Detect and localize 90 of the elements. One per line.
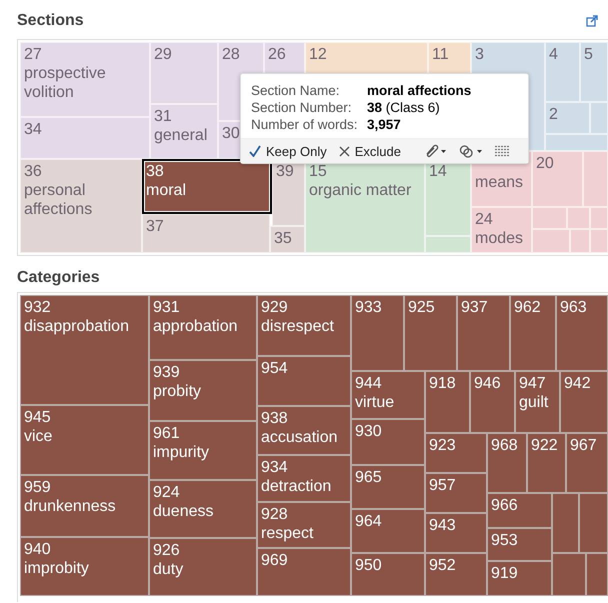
tile-number: 26 [268, 45, 287, 64]
tile-number: 952 [429, 556, 457, 575]
tile-label: general [154, 126, 208, 145]
tile-label: detraction [261, 477, 332, 496]
tile-number: 931 [153, 298, 181, 317]
tile-number: 24 [475, 210, 494, 229]
tile-number: 969 [261, 551, 289, 570]
tile-number: 938 [261, 409, 289, 428]
tile-number: 28 [222, 45, 241, 64]
tile-number: 918 [429, 374, 457, 393]
tile-number: 3 [475, 45, 485, 64]
tile-number: 38 [146, 162, 165, 181]
tile-number: 37 [146, 217, 165, 236]
tile-number: 928 [261, 505, 289, 524]
tile-number: 937 [461, 298, 489, 317]
tile-number: 36 [24, 162, 43, 181]
tile-number: 925 [408, 298, 436, 317]
tile-number: 965 [355, 468, 383, 487]
tile-number: 932 [24, 298, 52, 317]
tile-number: 945 [24, 408, 52, 427]
tile-label: improbity [24, 559, 90, 578]
tooltip-value: moral affections [367, 82, 472, 99]
tile-number: 919 [491, 564, 519, 583]
tile-number: 15 [309, 162, 328, 181]
tile-number: 964 [355, 512, 383, 531]
tile-number: 4 [549, 45, 559, 64]
tile-number: 962 [514, 298, 542, 317]
tile-label: guilt [519, 393, 550, 412]
tile-number: 957 [429, 476, 457, 495]
tile-label: prospective volition [24, 64, 107, 102]
tile-number: 31 [154, 107, 173, 126]
tile-number: 946 [474, 374, 502, 393]
tile-number: 39 [276, 162, 295, 181]
tile-number: 11 [432, 45, 450, 64]
tile-number: 947 [519, 374, 547, 393]
tile-label: modes [475, 229, 524, 248]
tile-number: 5 [584, 45, 594, 64]
tooltip-value: 38 (Class 6) [367, 99, 440, 116]
tile-number: 926 [153, 541, 181, 560]
tile-label: organic matter [309, 181, 412, 200]
tile-number: 939 [153, 363, 181, 382]
tile-number: 968 [491, 436, 519, 455]
tile-number: 923 [429, 436, 457, 455]
tile-number: 944 [355, 374, 383, 393]
tile-number: 953 [491, 531, 519, 550]
tile-number: 967 [570, 436, 598, 455]
tile-number: 929 [261, 298, 289, 317]
section-title: Sections [17, 12, 84, 30]
tile-number: 922 [531, 436, 559, 455]
tile-number: 934 [261, 458, 289, 477]
tile-label: dueness [153, 502, 214, 521]
tile-label: duty [153, 560, 184, 579]
tile-number: 959 [24, 478, 52, 497]
tile-label: disrespect [261, 317, 335, 336]
tile-number: 35 [274, 229, 293, 248]
tile-number: 942 [564, 374, 592, 393]
tile-number: 29 [154, 45, 173, 64]
tooltip-value: 3,957 [367, 116, 401, 133]
tile-label: virtue [355, 393, 396, 412]
tooltip-label: Section Number: [251, 99, 353, 116]
tooltip-label: Section Name: [251, 82, 341, 99]
tile-label: impurity [153, 443, 210, 462]
tile-number: 924 [153, 483, 181, 502]
tile-number: 14 [429, 162, 448, 181]
tile-number: 943 [429, 516, 457, 535]
tile-number: 34 [24, 120, 43, 139]
tile-label: probity [153, 382, 202, 401]
tile-number: 930 [355, 422, 383, 441]
tile-number: 2 [549, 105, 559, 124]
tile-label: approbation [153, 317, 239, 336]
tile-label: accusation [261, 428, 338, 447]
tile-label: means [475, 173, 524, 192]
tile-number: 950 [355, 556, 383, 575]
tile-number: 961 [153, 424, 181, 443]
tooltip-label: Number of words: [251, 116, 359, 133]
tile-label: moral [146, 181, 188, 200]
tile-label: disapprobation [24, 317, 130, 336]
tile-number: 963 [560, 298, 588, 317]
tile-label: personal affections [24, 181, 94, 219]
tile-number: 954 [261, 359, 289, 378]
tile-label: vice [24, 427, 54, 446]
tile-number: 27 [24, 45, 43, 64]
tile-number: 940 [24, 540, 52, 559]
tile-number: 12 [309, 45, 328, 64]
tile-label: drunkenness [24, 497, 117, 516]
tile-number: 966 [491, 496, 519, 515]
tile-label: respect [261, 524, 314, 543]
tile-number: 933 [355, 298, 383, 317]
tile-number: 20 [536, 154, 555, 173]
section-title: Categories [17, 269, 101, 287]
